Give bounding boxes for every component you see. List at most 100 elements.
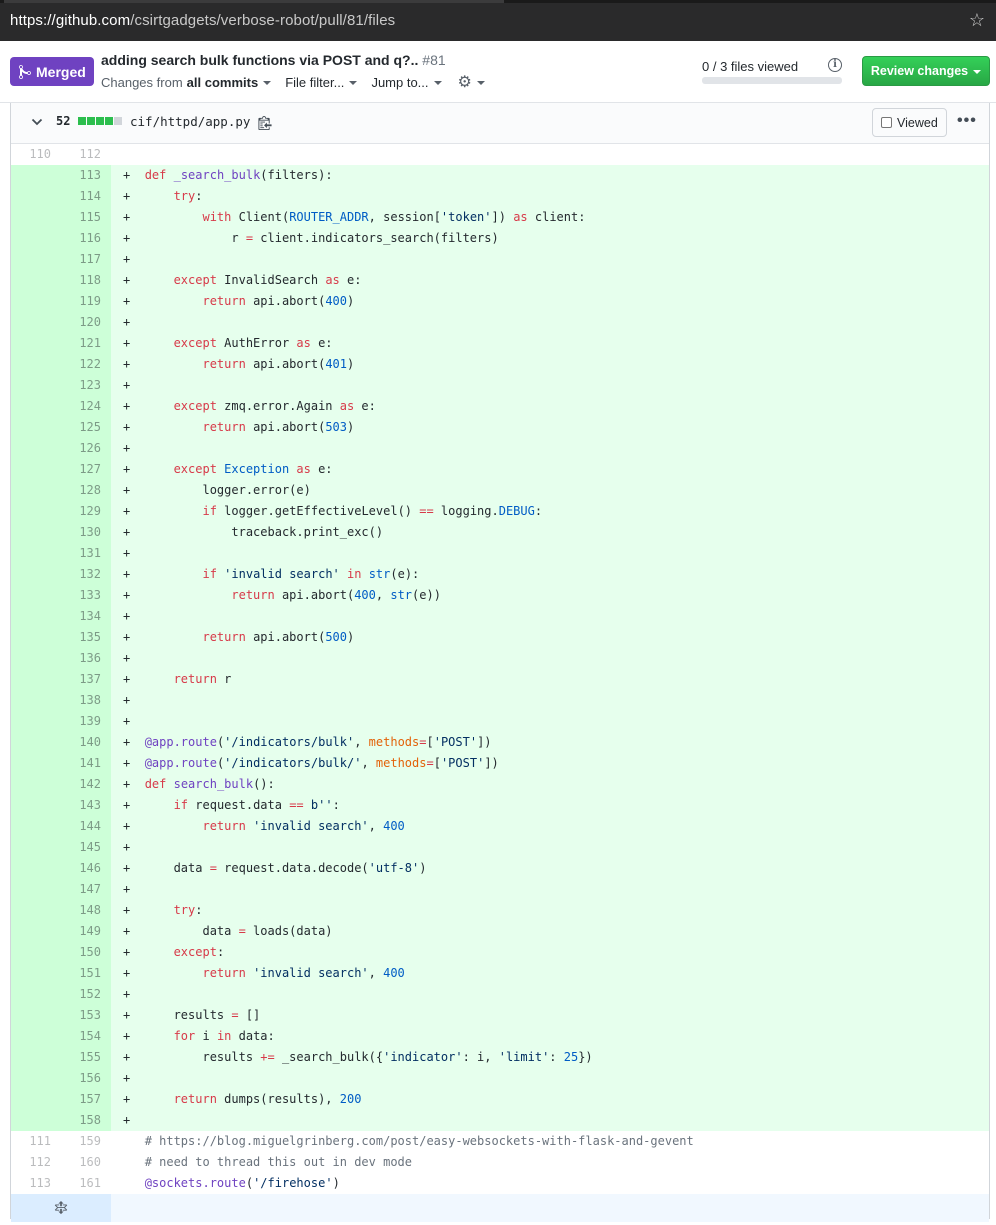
old-line-number[interactable] <box>11 900 61 921</box>
new-line-number[interactable]: 146 <box>61 858 111 879</box>
new-line-number[interactable]: 114 <box>61 186 111 207</box>
old-line-number[interactable] <box>11 564 61 585</box>
new-line-number[interactable]: 144 <box>61 816 111 837</box>
old-line-number[interactable] <box>11 858 61 879</box>
old-line-number[interactable] <box>11 774 61 795</box>
new-line-number[interactable]: 153 <box>61 1005 111 1026</box>
old-line-number[interactable] <box>11 963 61 984</box>
new-line-number[interactable]: 155 <box>61 1047 111 1068</box>
old-line-number[interactable] <box>11 1026 61 1047</box>
new-line-number[interactable]: 158 <box>61 1110 111 1131</box>
new-line-number[interactable]: 127 <box>61 459 111 480</box>
old-line-number[interactable] <box>11 354 61 375</box>
old-line-number[interactable] <box>11 669 61 690</box>
old-line-number[interactable] <box>11 186 61 207</box>
old-line-number[interactable] <box>11 690 61 711</box>
new-line-number[interactable]: 147 <box>61 879 111 900</box>
old-line-number[interactable] <box>11 753 61 774</box>
new-line-number[interactable]: 152 <box>61 984 111 1005</box>
new-line-number[interactable]: 149 <box>61 921 111 942</box>
old-line-number[interactable] <box>11 480 61 501</box>
old-line-number[interactable] <box>11 375 61 396</box>
file-path[interactable]: cif/httpd/app.py <box>130 114 250 129</box>
old-line-number[interactable] <box>11 1068 61 1089</box>
old-line-number[interactable] <box>11 627 61 648</box>
unfold-icon[interactable] <box>11 1194 111 1222</box>
old-line-number[interactable] <box>11 291 61 312</box>
file-filter-dropdown[interactable]: File filter... <box>285 75 358 90</box>
old-line-number[interactable] <box>11 522 61 543</box>
old-line-number[interactable]: 112 <box>11 1152 61 1173</box>
new-line-number[interactable]: 137 <box>61 669 111 690</box>
new-line-number[interactable]: 123 <box>61 375 111 396</box>
old-line-number[interactable] <box>11 606 61 627</box>
new-line-number[interactable]: 142 <box>61 774 111 795</box>
new-line-number[interactable]: 141 <box>61 753 111 774</box>
new-line-number[interactable]: 129 <box>61 501 111 522</box>
old-line-number[interactable] <box>11 921 61 942</box>
old-line-number[interactable]: 111 <box>11 1131 61 1152</box>
new-line-number[interactable]: 130 <box>61 522 111 543</box>
new-line-number[interactable]: 150 <box>61 942 111 963</box>
old-line-number[interactable] <box>11 333 61 354</box>
new-line-number[interactable]: 140 <box>61 732 111 753</box>
viewed-checkbox-button[interactable]: Viewed <box>872 108 947 137</box>
new-line-number[interactable]: 116 <box>61 228 111 249</box>
old-line-number[interactable] <box>11 543 61 564</box>
old-line-number[interactable] <box>11 396 61 417</box>
new-line-number[interactable]: 160 <box>61 1152 111 1173</box>
new-line-number[interactable]: 125 <box>61 417 111 438</box>
new-line-number[interactable]: 143 <box>61 795 111 816</box>
old-line-number[interactable] <box>11 1089 61 1110</box>
diff-settings-dropdown[interactable]: ⚙ <box>456 72 485 92</box>
new-line-number[interactable]: 131 <box>61 543 111 564</box>
new-line-number[interactable]: 124 <box>61 396 111 417</box>
old-line-number[interactable] <box>11 459 61 480</box>
old-line-number[interactable] <box>11 438 61 459</box>
jump-to-dropdown[interactable]: Jump to... <box>371 75 442 90</box>
new-line-number[interactable]: 112 <box>61 144 111 165</box>
old-line-number[interactable]: 110 <box>11 144 61 165</box>
old-line-number[interactable] <box>11 648 61 669</box>
old-line-number[interactable] <box>11 312 61 333</box>
new-line-number[interactable]: 157 <box>61 1089 111 1110</box>
active-tab-indicator[interactable] <box>4 0 504 3</box>
old-line-number[interactable] <box>11 879 61 900</box>
old-line-number[interactable] <box>11 711 61 732</box>
new-line-number[interactable]: 134 <box>61 606 111 627</box>
address-field[interactable]: https://github.com/csirtgadgets/verbose-… <box>10 12 395 29</box>
new-line-number[interactable]: 120 <box>61 312 111 333</box>
old-line-number[interactable] <box>11 942 61 963</box>
new-line-number[interactable]: 145 <box>61 837 111 858</box>
old-line-number[interactable] <box>11 207 61 228</box>
old-line-number[interactable] <box>11 1047 61 1068</box>
old-line-number[interactable] <box>11 837 61 858</box>
review-changes-button[interactable]: Review changes <box>862 56 990 86</box>
new-line-number[interactable]: 113 <box>61 165 111 186</box>
new-line-number[interactable]: 161 <box>61 1173 111 1194</box>
old-line-number[interactable] <box>11 270 61 291</box>
old-line-number[interactable] <box>11 228 61 249</box>
old-line-number[interactable] <box>11 1110 61 1131</box>
new-line-number[interactable]: 119 <box>61 291 111 312</box>
info-icon[interactable]: i <box>828 58 842 72</box>
old-line-number[interactable] <box>11 1005 61 1026</box>
new-line-number[interactable]: 128 <box>61 480 111 501</box>
more-options-icon[interactable]: ••• <box>957 112 977 130</box>
new-line-number[interactable]: 151 <box>61 963 111 984</box>
old-line-number[interactable] <box>11 816 61 837</box>
new-line-number[interactable]: 156 <box>61 1068 111 1089</box>
new-line-number[interactable]: 139 <box>61 711 111 732</box>
old-line-number[interactable] <box>11 585 61 606</box>
new-line-number[interactable]: 135 <box>61 627 111 648</box>
pr-title[interactable]: adding search bulk functions via POST an… <box>101 52 446 68</box>
old-line-number[interactable] <box>11 795 61 816</box>
new-line-number[interactable]: 122 <box>61 354 111 375</box>
new-line-number[interactable]: 115 <box>61 207 111 228</box>
old-line-number[interactable] <box>11 249 61 270</box>
bookmark-star-icon[interactable]: ☆ <box>969 11 985 29</box>
old-line-number[interactable] <box>11 417 61 438</box>
chevron-down-icon[interactable] <box>31 115 43 131</box>
new-line-number[interactable]: 118 <box>61 270 111 291</box>
old-line-number[interactable] <box>11 165 61 186</box>
